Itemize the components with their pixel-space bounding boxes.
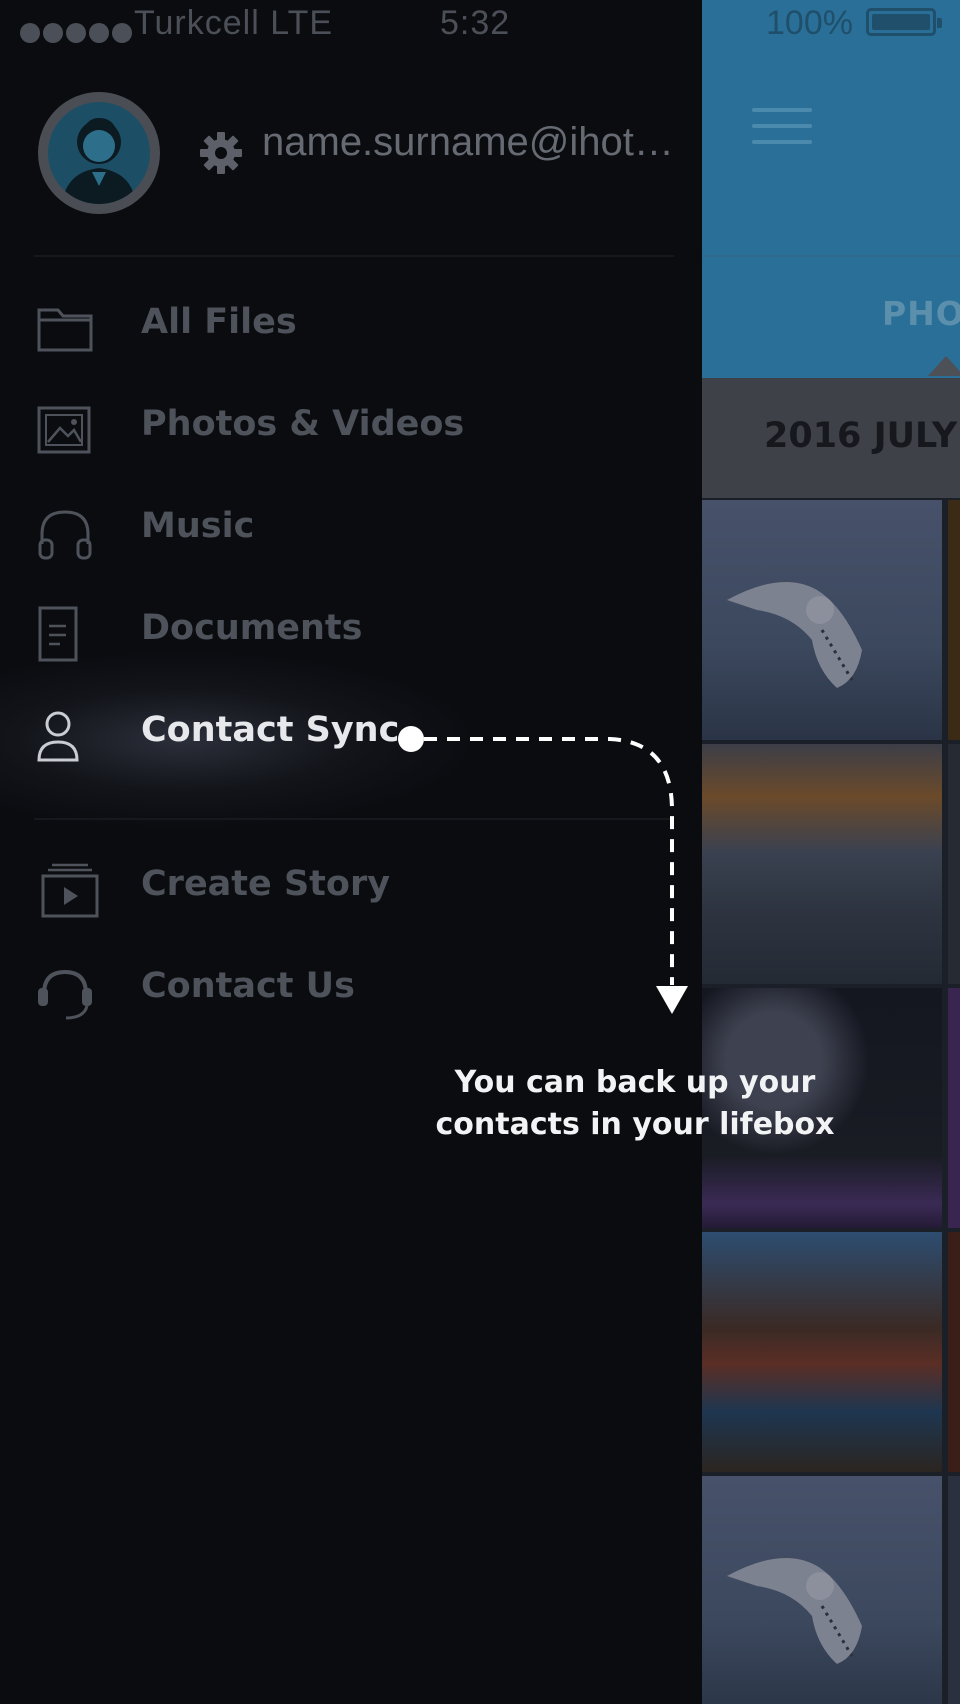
- menu-item-contact-us[interactable]: Contact Us: [0, 946, 702, 1046]
- background-app: PHOTOS 2016 JULY: [702, 0, 960, 1704]
- photo-thumbnail-partial[interactable]: [948, 1476, 960, 1704]
- menu-item-label: Create Story: [141, 864, 391, 904]
- drawer-divider: [34, 255, 674, 257]
- tab-photos[interactable]: PHOTOS: [882, 294, 960, 333]
- menu-item-music[interactable]: Music: [0, 486, 702, 586]
- photo-thumbnail-partial[interactable]: [948, 1232, 960, 1472]
- photo-thumbnail-partial[interactable]: [948, 744, 960, 984]
- menu-item-label: Contact Us: [141, 966, 355, 1006]
- image-icon: [37, 406, 91, 454]
- menu-item-label: Contact Sync: [141, 710, 400, 750]
- carrier-label: Turkcell LTE: [134, 4, 334, 42]
- story-play-icon: [41, 863, 99, 918]
- hamburger-menu-icon[interactable]: [752, 108, 812, 144]
- gear-icon[interactable]: [198, 130, 244, 176]
- person-icon: [37, 711, 79, 762]
- headset-icon: [38, 969, 92, 1020]
- hint-text: You can back up your contacts in your li…: [435, 1065, 835, 1142]
- date-section-header: 2016 JULY: [702, 378, 960, 498]
- battery-percent: 100%: [766, 4, 853, 42]
- avatar[interactable]: [38, 92, 160, 214]
- photo-thumbnail[interactable]: [702, 1476, 942, 1704]
- menu-item-all-files[interactable]: All Files: [0, 282, 702, 382]
- battery-icon: [866, 8, 942, 36]
- header-divider: [702, 255, 960, 257]
- photo-thumbnail-partial[interactable]: [948, 500, 960, 740]
- photo-thumbnail[interactable]: [702, 1232, 942, 1472]
- menu-item-label: Music: [141, 506, 255, 546]
- navigation-drawer: name.surname@ihotmail.com All Files Phot…: [0, 0, 702, 1704]
- menu-item-label: Documents: [141, 608, 363, 648]
- menu-item-photos-videos[interactable]: Photos & Videos: [0, 384, 702, 484]
- user-avatar-icon: [62, 118, 136, 204]
- owl-image: [727, 1558, 862, 1664]
- menu-item-label: All Files: [141, 302, 297, 342]
- photo-thumbnail[interactable]: [702, 744, 942, 984]
- owl-image: [727, 582, 862, 688]
- status-time: 5:32: [440, 4, 511, 42]
- signal-strength-icon: [20, 12, 135, 52]
- menu-item-label: Photos & Videos: [141, 404, 465, 444]
- menu-item-contact-sync[interactable]: Contact Sync: [0, 650, 702, 830]
- photo-thumbnail[interactable]: [702, 500, 942, 740]
- menu-item-create-story[interactable]: Create Story: [0, 844, 702, 944]
- active-tab-caret: [928, 356, 960, 376]
- photo-thumbnail-partial[interactable]: [948, 988, 960, 1228]
- date-header-label: 2016 JULY: [764, 416, 958, 456]
- folder-icon: [37, 308, 93, 352]
- status-bar: Turkcell LTE 5:32 100%: [0, 0, 960, 48]
- app-header: PHOTOS: [702, 0, 960, 378]
- account-email[interactable]: name.surname@ihotmail.com: [262, 120, 702, 165]
- headphones-icon: [38, 510, 92, 560]
- drawer-divider: [34, 818, 674, 820]
